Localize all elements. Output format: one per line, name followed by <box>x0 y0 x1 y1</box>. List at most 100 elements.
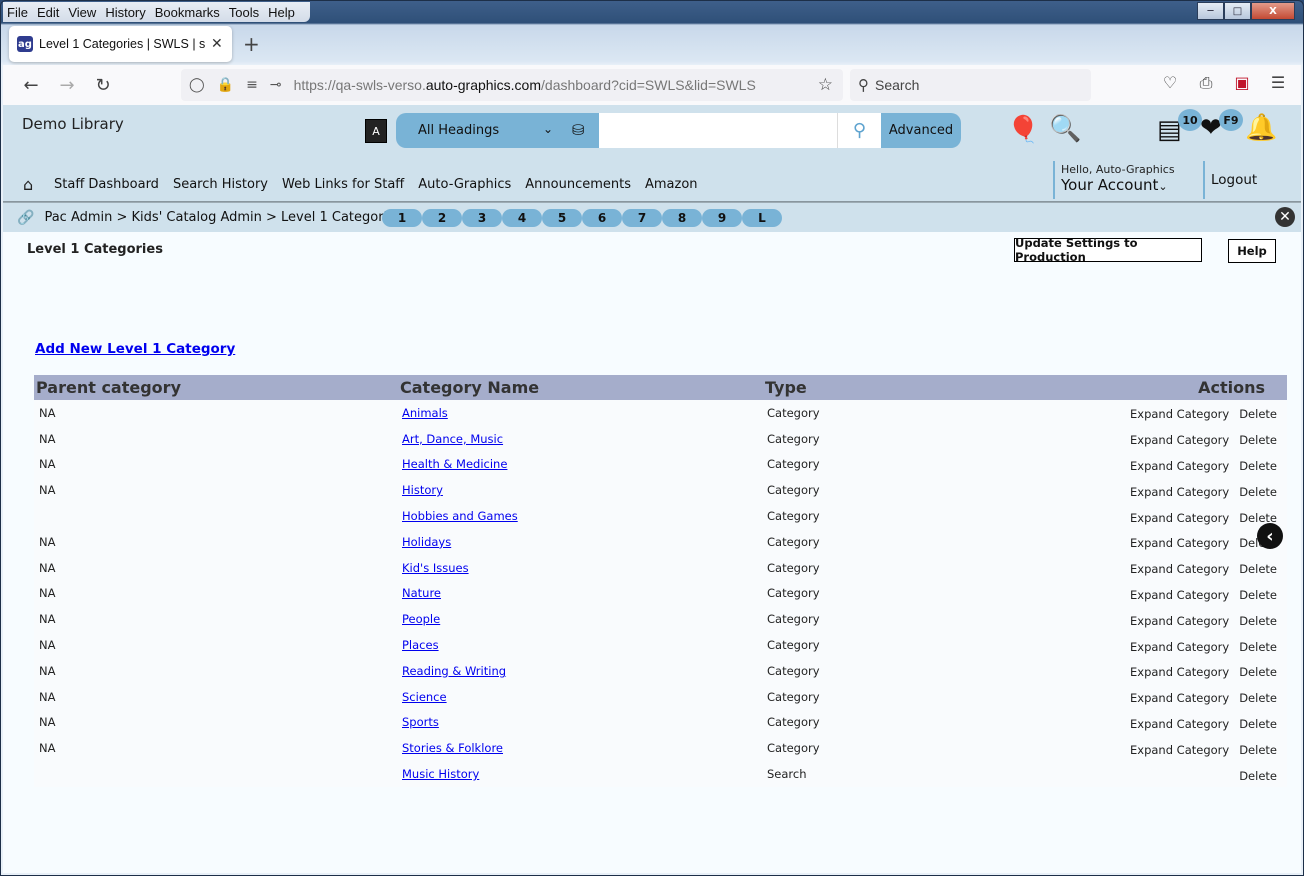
nav-staff-dashboard[interactable]: Staff Dashboard <box>41 167 163 204</box>
search-submit-icon[interactable]: ⚲ <box>837 113 881 148</box>
lock-icon[interactable]: 🔒 <box>217 77 234 93</box>
expand-category-link[interactable]: Expand Category <box>1130 614 1229 628</box>
search-film-icon[interactable]: 🔍 <box>1049 114 1081 144</box>
hot-air-balloon-icon[interactable]: 🎈 <box>1007 115 1039 145</box>
browser-search-bar[interactable]: ⚲ Search <box>850 69 1091 101</box>
pill-l[interactable]: L <box>742 209 782 227</box>
account-menu[interactable]: Hello, Auto-Graphics Your Account⌄ <box>1053 161 1175 199</box>
delete-link[interactable]: Delete <box>1239 717 1277 731</box>
expand-category-link[interactable]: Expand Category <box>1130 433 1229 447</box>
nav-web-links[interactable]: Web Links for Staff <box>282 167 404 201</box>
nav-auto-graphics[interactable]: Auto-Graphics <box>418 167 511 201</box>
expand-category-link[interactable]: Expand Category <box>1130 485 1229 499</box>
forward-icon[interactable]: → <box>51 69 83 101</box>
pill-3[interactable]: 3 <box>462 209 502 227</box>
pill-4[interactable]: 4 <box>502 209 542 227</box>
category-link[interactable]: Stories & Folklore <box>402 741 503 755</box>
category-link[interactable]: Kid's Issues <box>402 561 469 575</box>
reload-icon[interactable]: ↻ <box>87 69 119 101</box>
url-text[interactable]: https://qa-swls-verso.auto-graphics.com/… <box>294 77 756 93</box>
advanced-search-button[interactable]: Advanced <box>881 113 961 148</box>
pill-7[interactable]: 7 <box>622 209 662 227</box>
add-category-link[interactable]: Add New Level 1 Category <box>35 341 235 357</box>
print-icon[interactable]: ⎙ <box>1197 73 1215 93</box>
delete-link[interactable]: Delete <box>1239 614 1277 628</box>
category-link[interactable]: Art, Dance, Music <box>402 432 503 446</box>
delete-link[interactable]: Delete <box>1239 665 1277 679</box>
category-link[interactable]: Hobbies and Games <box>402 509 518 523</box>
pill-8[interactable]: 8 <box>662 209 702 227</box>
expand-category-link[interactable]: Expand Category <box>1130 407 1229 421</box>
category-link[interactable]: History <box>402 483 443 497</box>
tab-close-icon[interactable]: ✕ <box>211 36 223 52</box>
expand-category-link[interactable]: Expand Category <box>1130 665 1229 679</box>
account-label[interactable]: Your Account <box>1061 176 1158 194</box>
bookmark-star-icon[interactable]: ☆ <box>818 75 833 95</box>
menu-file[interactable]: File <box>7 5 28 20</box>
menu-tools[interactable]: Tools <box>229 5 259 20</box>
update-settings-button[interactable]: Update Settings to Production <box>1014 236 1202 264</box>
expand-category-link[interactable]: Expand Category <box>1130 459 1229 473</box>
catalog-search-input[interactable] <box>599 113 837 148</box>
category-link[interactable]: Places <box>402 638 439 652</box>
breadcrumb[interactable]: Pac Admin > Kids' Catalog Admin > Level … <box>44 210 402 225</box>
pocket-icon[interactable]: ♡ <box>1161 73 1179 93</box>
extension-icon[interactable]: ▣ <box>1233 73 1251 93</box>
url-bar[interactable]: ◯ 🔒 ≡ ⊸ https://qa-swls-verso.auto-graph… <box>181 69 843 101</box>
permissions-icon[interactable]: ≡ <box>246 77 258 93</box>
menu-edit[interactable]: Edit <box>37 5 59 20</box>
delete-link[interactable]: Delete <box>1239 485 1277 499</box>
category-link[interactable]: Science <box>402 690 447 704</box>
hamburger-menu-icon[interactable]: ☰ <box>1269 73 1287 93</box>
expand-category-link[interactable]: Expand Category <box>1130 640 1229 654</box>
delete-link[interactable]: Delete <box>1239 691 1277 705</box>
pill-6[interactable]: 6 <box>582 209 622 227</box>
delete-link[interactable]: Delete <box>1239 459 1277 473</box>
menu-history[interactable]: History <box>105 5 145 20</box>
category-link[interactable]: Reading & Writing <box>402 664 506 678</box>
category-link[interactable]: Sports <box>402 715 439 729</box>
expand-category-link[interactable]: Expand Category <box>1130 536 1229 550</box>
expand-category-link[interactable]: Expand Category <box>1130 588 1229 602</box>
pill-5[interactable]: 5 <box>542 209 582 227</box>
maximize-button[interactable]: □ <box>1224 2 1251 20</box>
browser-tab[interactable]: ag Level 1 Categories | SWLS | swls ✕ <box>9 26 232 62</box>
expand-category-link[interactable]: Expand Category <box>1130 717 1229 731</box>
nav-search-history[interactable]: Search History <box>173 167 268 201</box>
pill-1[interactable]: 1 <box>382 209 422 227</box>
delete-link[interactable]: Delete <box>1239 769 1277 783</box>
delete-link[interactable]: Delete <box>1239 433 1277 447</box>
delete-link[interactable]: Delete <box>1239 407 1277 421</box>
window-close-button[interactable]: X <box>1251 2 1295 20</box>
key-icon[interactable]: ⊸ <box>270 77 282 93</box>
nav-announcements[interactable]: Announcements <box>525 167 631 201</box>
category-link[interactable]: Health & Medicine <box>402 457 507 471</box>
category-link[interactable]: Animals <box>402 406 448 420</box>
nav-amazon[interactable]: Amazon <box>645 167 698 201</box>
heading-select[interactable]: All Headings ⌄ ⛁ <box>396 113 599 148</box>
minimize-button[interactable]: ─ <box>1197 2 1224 20</box>
shield-icon[interactable]: ◯ <box>189 77 205 93</box>
new-tab-icon[interactable]: + <box>243 32 260 56</box>
pill-2[interactable]: 2 <box>422 209 462 227</box>
pill-9[interactable]: 9 <box>702 209 742 227</box>
bell-icon[interactable]: 🔔 <box>1245 113 1277 143</box>
menu-view[interactable]: View <box>68 5 96 20</box>
expand-category-link[interactable]: Expand Category <box>1130 743 1229 757</box>
expand-category-link[interactable]: Expand Category <box>1130 562 1229 576</box>
expand-category-link[interactable]: Expand Category <box>1130 511 1229 525</box>
chevron-left-icon[interactable]: ‹ <box>1257 523 1283 549</box>
home-icon[interactable]: ⌂ <box>23 175 43 194</box>
delete-link[interactable]: Delete <box>1239 640 1277 654</box>
help-button[interactable]: Help <box>1228 239 1276 263</box>
category-link[interactable]: Nature <box>402 586 441 600</box>
delete-link[interactable]: Delete <box>1239 562 1277 576</box>
expand-category-link[interactable]: Expand Category <box>1130 691 1229 705</box>
logout-link[interactable]: Logout <box>1203 161 1257 199</box>
category-link[interactable]: People <box>402 612 440 626</box>
category-link[interactable]: Music History <box>402 767 479 781</box>
translate-icon[interactable]: A <box>365 119 387 143</box>
delete-link[interactable]: Delete <box>1239 588 1277 602</box>
category-link[interactable]: Holidays <box>402 535 451 549</box>
delete-link[interactable]: Delete <box>1239 743 1277 757</box>
